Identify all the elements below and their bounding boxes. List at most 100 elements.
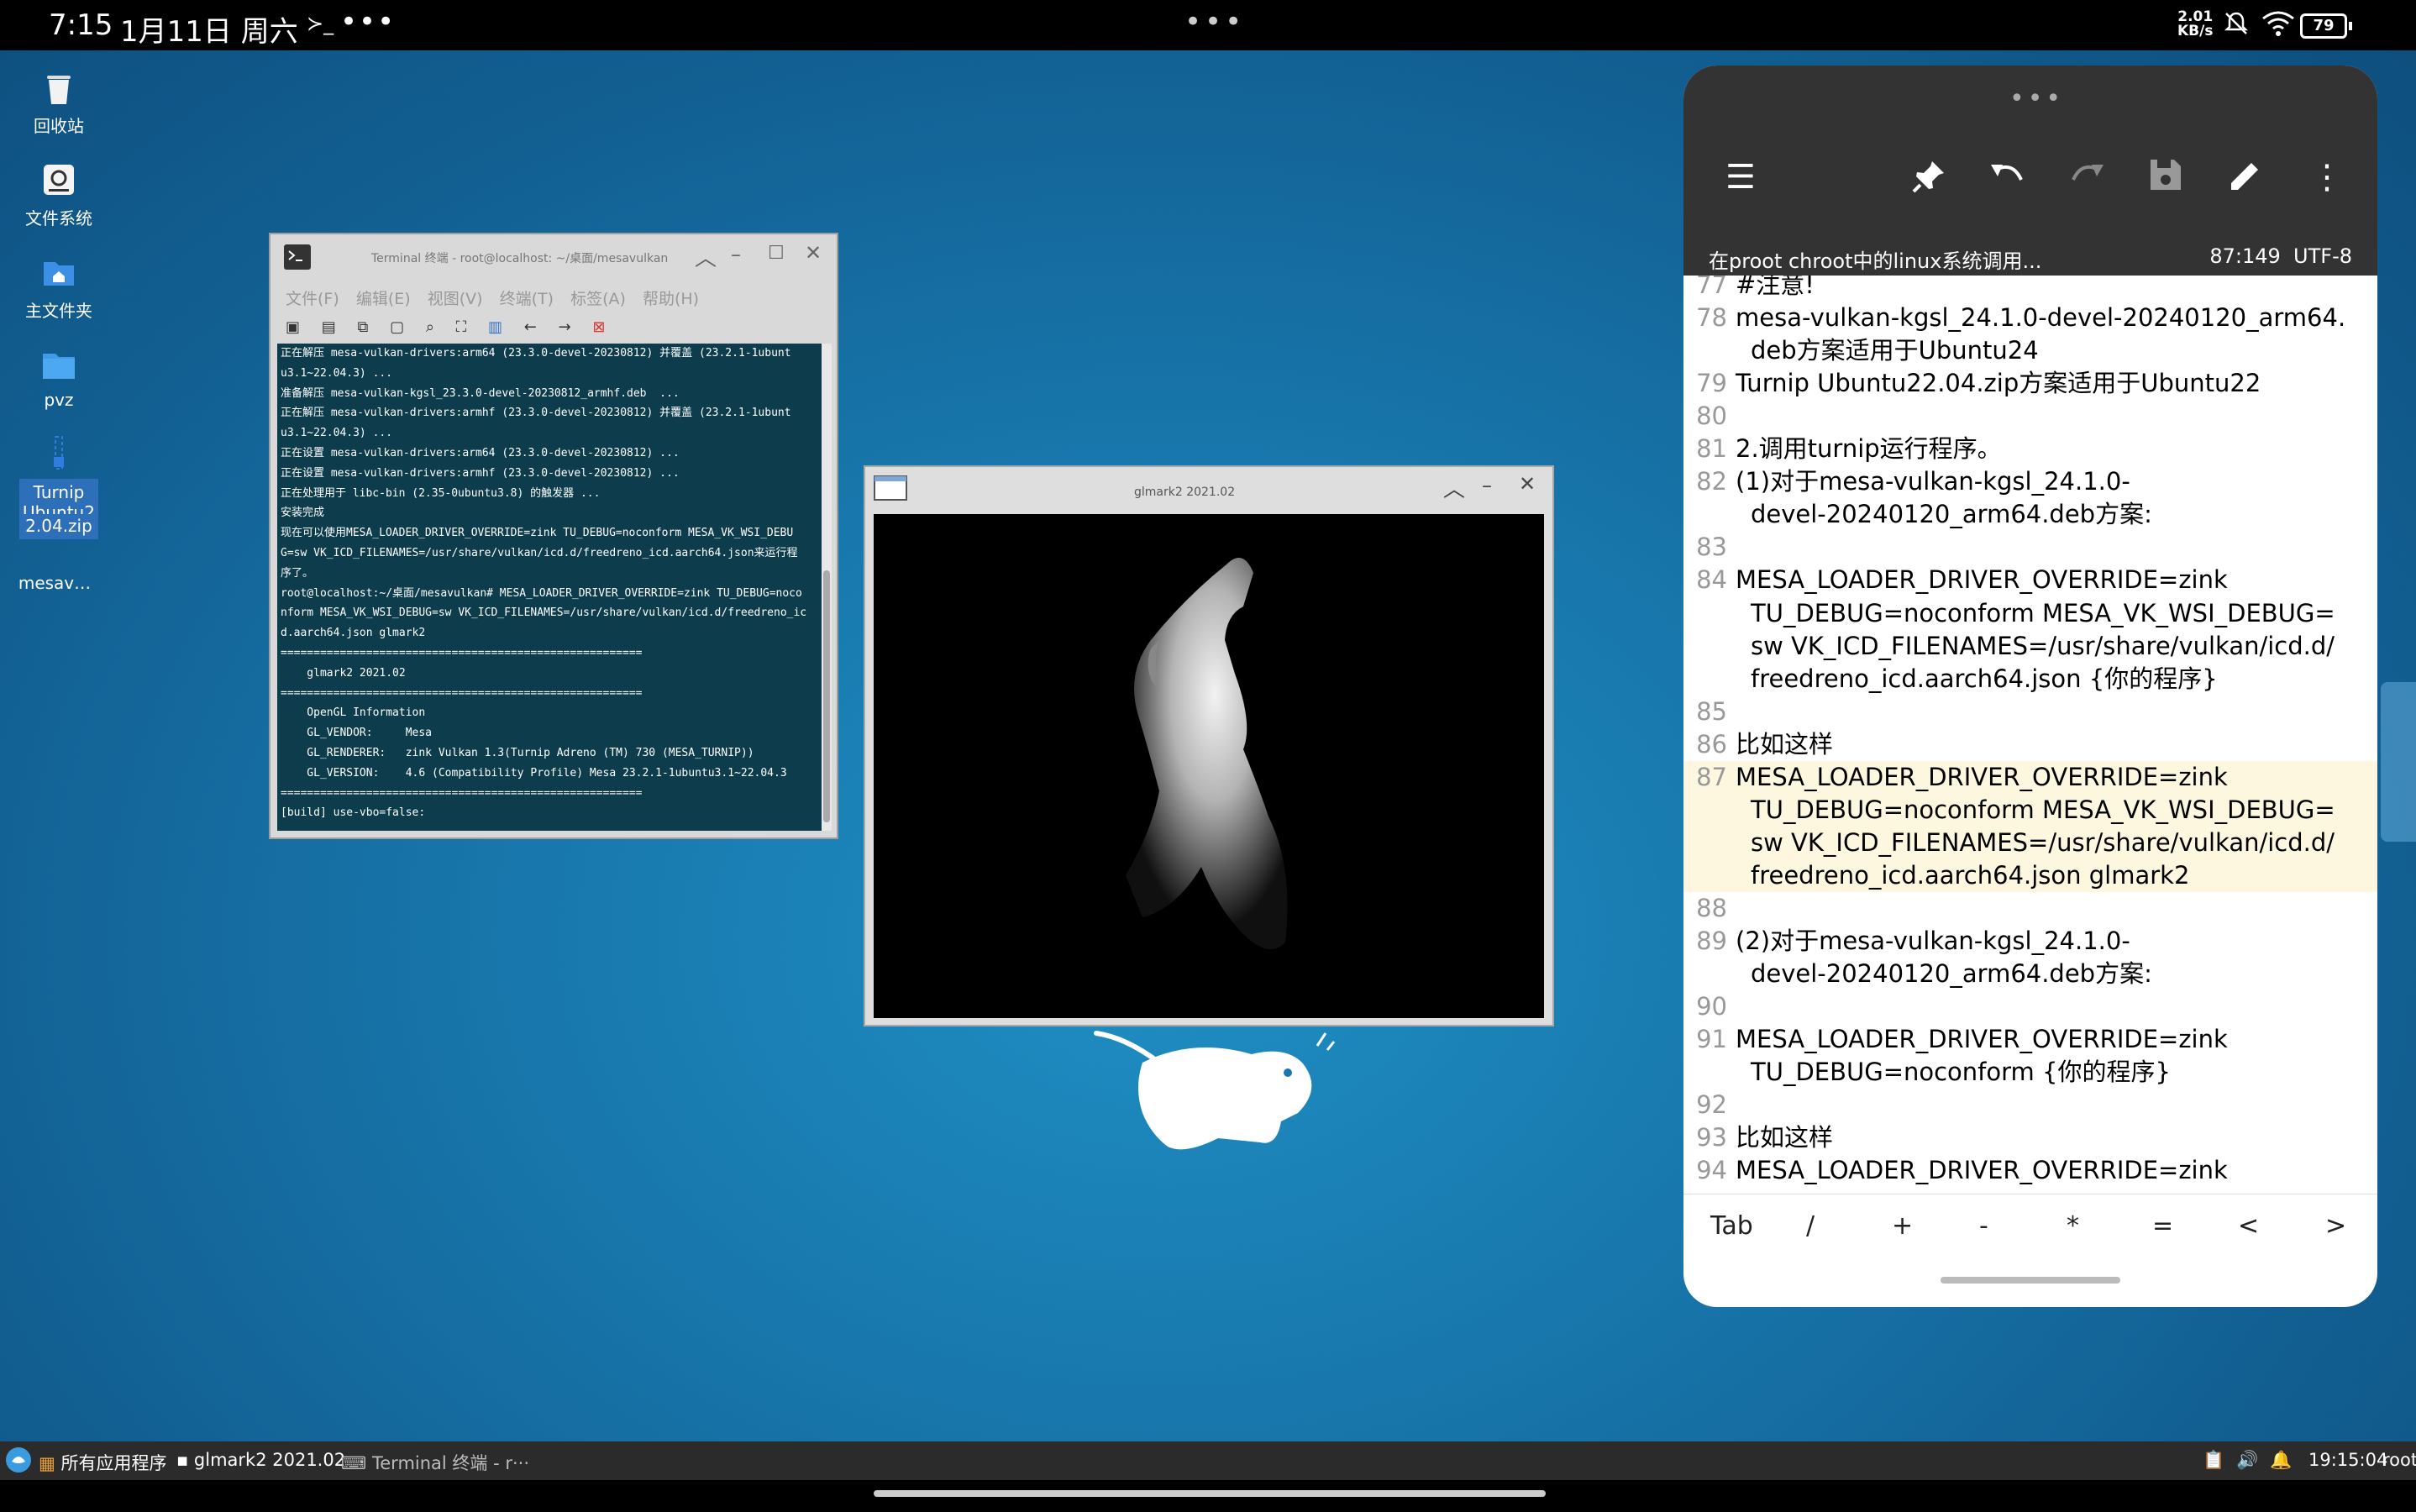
- editor-line[interactable]: 85: [1683, 696, 2377, 728]
- editor-line[interactable]: 93 比如这样: [1683, 1121, 2377, 1154]
- whisker-menu-icon[interactable]: [5, 1446, 32, 1478]
- key-minus[interactable]: -: [1979, 1211, 1988, 1241]
- window-handle-icon[interactable]: •••: [2009, 84, 2064, 113]
- terminal-notification-icon[interactable]: ≻_: [307, 12, 334, 35]
- editor-line[interactable]: 90: [1683, 990, 2377, 1023]
- more-notifications-icon[interactable]: •••: [340, 5, 396, 39]
- redo-icon[interactable]: [2068, 158, 2107, 200]
- editor-line[interactable]: 84 MESA_LOADER_DRIVER_OVERRIDE=zink: [1683, 564, 2377, 596]
- maximize-icon[interactable]: ☐: [768, 243, 785, 264]
- editor-line[interactable]: 92: [1683, 1089, 2377, 1121]
- fullscreen-icon[interactable]: ⛶: [456, 318, 467, 336]
- maximize-up-icon[interactable]: ︿: [695, 241, 717, 272]
- terminal-output[interactable]: 正在解压 mesa-vulkan-drivers:arm64 (23.3.0-d…: [277, 344, 823, 831]
- editor-line[interactable]: freedreno_icd.aarch64.json glmark2: [1683, 858, 2377, 892]
- taskbar-terminal[interactable]: ⌨ Terminal 终端 - r···: [341, 1450, 529, 1475]
- glmark-window[interactable]: glmark2 2021.02 ︿ – ✕: [864, 465, 1554, 1026]
- desktop-icon-trash[interactable]: 回收站: [13, 69, 105, 137]
- editor-line[interactable]: 86 比如这样: [1683, 728, 2377, 761]
- editor-line[interactable]: 91 MESA_LOADER_DRIVER_OVERRIDE=zink: [1683, 1023, 2377, 1056]
- split-icon[interactable]: ▥: [488, 318, 502, 336]
- render-canvas[interactable]: [874, 514, 1544, 1018]
- menu-file[interactable]: 文件(F): [286, 290, 339, 308]
- key-equals[interactable]: =: [2152, 1211, 2173, 1241]
- text-editor-window[interactable]: ••• ☰ ⋮ 在proot chroot中的linux系统调用... 87:1…: [1683, 66, 2377, 1307]
- desktop-icon-filesystem[interactable]: 文件系统: [13, 161, 105, 229]
- close-icon[interactable]: ✕: [805, 241, 822, 265]
- close-tab-icon[interactable]: ⊠: [592, 318, 605, 336]
- clipboard-icon[interactable]: 📋: [2203, 1450, 2224, 1471]
- editor-line[interactable]: devel-20240120_arm64.deb方案:: [1683, 958, 2377, 990]
- new-tab-icon[interactable]: ▣: [286, 318, 300, 336]
- notification-bell-icon[interactable]: 🔔: [2270, 1450, 2292, 1471]
- pin-icon[interactable]: [1910, 158, 1947, 203]
- editor-line[interactable]: sw VK_ICD_FILENAMES=/usr/share/vulkan/ic…: [1683, 826, 2377, 859]
- key-greater-than[interactable]: >: [2325, 1211, 2346, 1241]
- terminal-window[interactable]: Terminal 终端 - root@localhost: ~/桌面/mesav…: [269, 233, 838, 839]
- side-panel-handle[interactable]: [2381, 682, 2416, 842]
- terminal-scrollbar[interactable]: [822, 344, 832, 831]
- editor-line[interactable]: 79 Turnip Ubuntu22.04.zip方案适用于Ubuntu22: [1683, 367, 2377, 400]
- volume-icon[interactable]: 🔊: [2236, 1450, 2258, 1471]
- battery-icon: 79: [2300, 13, 2352, 39]
- key-tab[interactable]: Tab: [1710, 1211, 1753, 1241]
- edit-icon[interactable]: [2228, 158, 2263, 202]
- editor-line[interactable]: 87 MESA_LOADER_DRIVER_OVERRIDE=zink: [1683, 760, 2377, 794]
- editor-line[interactable]: 81 2.调用turnip运行程序。: [1683, 433, 2377, 465]
- close-icon[interactable]: ✕: [1519, 472, 1536, 496]
- bottom-handle[interactable]: [1941, 1277, 2120, 1284]
- menu-icon[interactable]: ☰: [1725, 158, 1756, 197]
- paste-icon[interactable]: ▢: [390, 318, 404, 336]
- editor-line[interactable]: sw VK_ICD_FILENAMES=/usr/share/vulkan/ic…: [1683, 630, 2377, 663]
- editor-text-area[interactable]: 77 #注意! 78 mesa-vulkan-kgsl_24.1.0-devel-20…: [1683, 276, 2377, 1194]
- editor-statusbar: 在proot chroot中的linux系统调用... 87:149 UTF-8: [1683, 238, 2377, 276]
- forward-icon[interactable]: →: [559, 318, 571, 336]
- window-handle-icon[interactable]: •••: [1184, 5, 1245, 39]
- editor-line[interactable]: 94 MESA_LOADER_DRIVER_OVERRIDE=zink: [1683, 1154, 2377, 1187]
- key-less-than[interactable]: <: [2238, 1211, 2259, 1241]
- user-name[interactable]: root: [2382, 1450, 2416, 1470]
- editor-line[interactable]: 80: [1683, 400, 2377, 433]
- editor-line[interactable]: 78 mesa-vulkan-kgsl_24.1.0-devel-20240120…: [1683, 302, 2377, 334]
- back-icon[interactable]: ←: [524, 318, 537, 336]
- editor-line[interactable]: devel-20240120_arm64.deb方案:: [1683, 498, 2377, 531]
- menu-view[interactable]: 视图(V): [428, 290, 483, 308]
- terminal-titlebar[interactable]: Terminal 终端 - root@localhost: ~/桌面/mesav…: [270, 234, 837, 281]
- desktop-icon-mesavulkan[interactable]: mesav…: [8, 573, 101, 593]
- save-icon[interactable]: [2149, 158, 2182, 200]
- editor-line[interactable]: freedreno_icd.aarch64.json {你的程序}: [1683, 663, 2377, 696]
- key-asterisk[interactable]: *: [2067, 1211, 2079, 1241]
- editor-line[interactable]: 89 (2)对于mesa-vulkan-kgsl_24.1.0-: [1683, 925, 2377, 958]
- maximize-up-icon[interactable]: ︿: [1443, 472, 1465, 503]
- editor-line[interactable]: 88: [1683, 892, 2377, 925]
- undo-icon[interactable]: [1988, 158, 2026, 200]
- editor-line[interactable]: 82 (1)对于mesa-vulkan-kgsl_24.1.0-: [1683, 465, 2377, 498]
- editor-line[interactable]: TU_DEBUG=noconform MESA_VK_WSI_DEBUG=: [1683, 793, 2377, 827]
- menu-edit[interactable]: 编辑(E): [356, 290, 411, 308]
- taskbar-clock[interactable]: 19:15:04: [2308, 1450, 2387, 1470]
- editor-line[interactable]: TU_DEBUG=noconform {你的程序}: [1683, 1056, 2377, 1089]
- all-apps-button[interactable]: ▦ 所有应用程序: [39, 1450, 167, 1475]
- editor-line[interactable]: deb方案适用于Ubuntu24: [1683, 334, 2377, 367]
- menu-terminal[interactable]: 终端(T): [500, 290, 554, 308]
- key-slash[interactable]: /: [1806, 1211, 1815, 1241]
- desktop-icon-home[interactable]: 主文件夹: [13, 254, 105, 322]
- home-gesture-bar[interactable]: [874, 1490, 1546, 1497]
- desktop-icon-pvz[interactable]: pvz: [13, 346, 105, 410]
- editor-line[interactable]: 83: [1683, 531, 2377, 564]
- more-vert-icon[interactable]: ⋮: [2310, 158, 2344, 197]
- editor-line[interactable]: 77 #注意!: [1683, 276, 2377, 302]
- editor-line[interactable]: TU_DEBUG=noconform MESA_VK_WSI_DEBUG=: [1683, 597, 2377, 630]
- desktop-icon-turnip-zip[interactable]: Turnip Ubuntu2 2.04.zip: [13, 435, 105, 539]
- terminal-menubar: 文件(F) 编辑(E) 视图(V) 终端(T) 标签(A) 帮助(H): [286, 286, 711, 309]
- menu-help[interactable]: 帮助(H): [643, 290, 699, 308]
- search-icon[interactable]: ⌕: [426, 318, 434, 336]
- minimize-icon[interactable]: –: [1482, 474, 1492, 497]
- minimize-icon[interactable]: –: [731, 243, 741, 266]
- taskbar-glmark[interactable]: ▪ glmark2 2021.02: [176, 1450, 345, 1470]
- menu-tabs[interactable]: 标签(A): [570, 290, 626, 308]
- key-plus[interactable]: +: [1892, 1211, 1913, 1241]
- new-window-icon[interactable]: ▤: [322, 318, 336, 336]
- line-text: freedreno_icd.aarch64.json {你的程序}: [1751, 664, 2218, 693]
- copy-icon[interactable]: ⧉: [358, 318, 369, 336]
